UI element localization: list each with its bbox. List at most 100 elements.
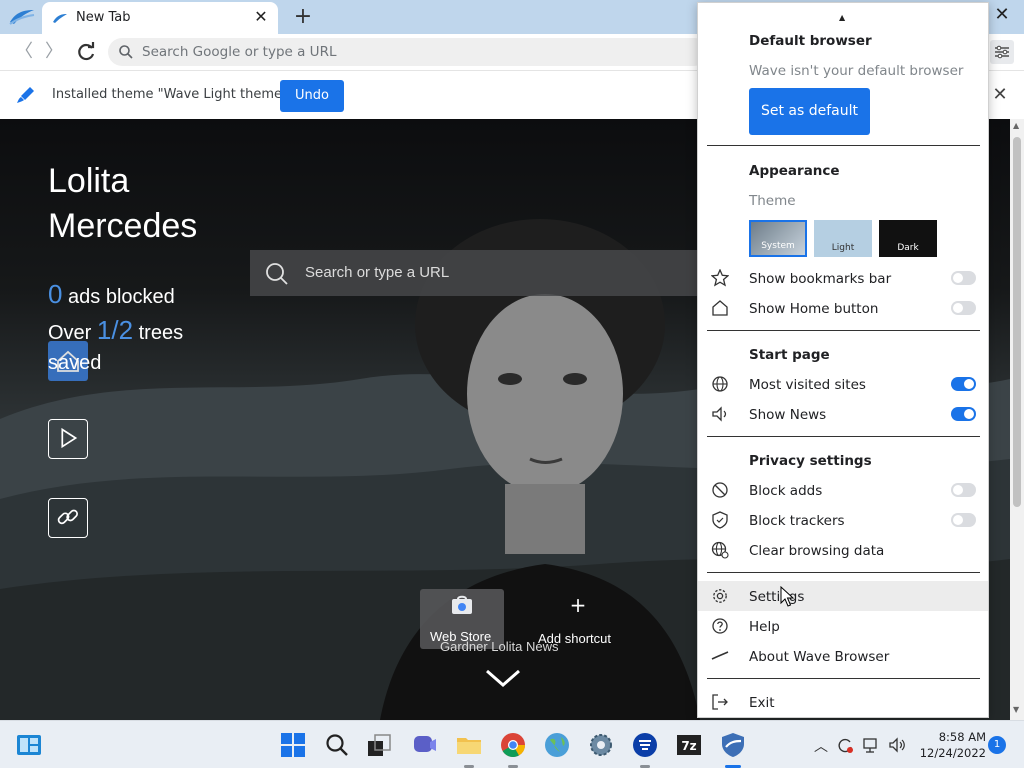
file-explorer-icon[interactable] <box>456 732 482 758</box>
default-browser-heading: Default browser <box>749 33 872 49</box>
search-placeholder: Search or type a URL <box>305 264 450 281</box>
wave-logo-icon[interactable] <box>8 6 36 28</box>
link-icon <box>57 509 78 525</box>
clock[interactable]: 8:58 AM 12/24/2022 <box>916 729 986 761</box>
infobar-close-icon[interactable]: ✕ <box>990 85 1010 105</box>
block-trackers-toggle[interactable] <box>951 513 976 527</box>
new-tab-search-bar[interactable]: Search or type a URL <box>250 250 700 296</box>
ads-blocked-stat: 0 ads blocked <box>48 279 175 310</box>
start-windows-icon[interactable] <box>280 732 306 758</box>
theme-system-swatch[interactable]: System <box>749 220 807 257</box>
trees-count: 1/2 <box>96 315 134 345</box>
theme-label: Theme <box>749 193 796 209</box>
clock-time: 8:58 AM <box>938 730 986 744</box>
window-close-icon[interactable]: ✕ <box>990 3 1014 27</box>
theme-light-swatch[interactable]: Light <box>814 220 872 257</box>
omnibox-placeholder: Search Google or type a URL <box>142 44 337 60</box>
network-icon[interactable] <box>862 736 880 754</box>
customize-sliders-icon[interactable] <box>990 40 1014 64</box>
menu-divider <box>707 436 980 437</box>
user-first-name: Lolita <box>48 162 130 200</box>
omnibox[interactable]: Search Google or type a URL <box>108 38 708 66</box>
chat-icon[interactable] <box>412 732 438 758</box>
tab-close-icon[interactable]: ✕ <box>252 8 270 26</box>
scroll-down-icon[interactable]: ▼ <box>1013 705 1019 714</box>
show-home-button-label: Show Home button <box>749 301 879 317</box>
widgets-icon[interactable] <box>16 732 42 758</box>
theme-light-label: Light <box>831 243 855 253</box>
new-tab-plus-icon[interactable]: + <box>290 4 316 30</box>
settings-row[interactable] <box>698 581 988 611</box>
undo-button[interactable]: Undo <box>280 80 344 112</box>
chevron-down-icon[interactable] <box>484 667 522 689</box>
video-button[interactable] <box>48 419 88 459</box>
show-news-label: Show News <box>749 407 827 423</box>
most-visited-label: Most visited sites <box>749 377 866 393</box>
chrome-icon[interactable] <box>500 732 526 758</box>
reload-icon[interactable] <box>74 40 98 64</box>
set-as-default-button[interactable]: Set as default <box>749 88 870 135</box>
mouse-cursor-icon <box>780 586 794 607</box>
home-icon <box>712 300 728 316</box>
theme-system-label: System <box>761 241 795 251</box>
shield-icon <box>712 511 728 529</box>
link-button[interactable] <box>48 498 88 538</box>
most-visited-toggle[interactable] <box>951 377 976 391</box>
sync-icon[interactable] <box>836 736 854 754</box>
clear-browsing-data-item[interactable]: Clear browsing data <box>749 543 884 559</box>
block-ads-label: Block adds <box>749 483 823 499</box>
infobar-message: Installed theme "Wave Light theme" <box>52 87 288 102</box>
menu-divider <box>707 330 980 331</box>
scroll-up-icon[interactable]: ▲ <box>1013 121 1019 130</box>
settings-item[interactable]: Settings <box>749 589 804 605</box>
menu-divider <box>707 678 980 679</box>
show-home-button-toggle[interactable] <box>951 301 976 315</box>
user-last-name: Mercedes <box>48 207 198 245</box>
task-view-icon[interactable] <box>366 732 392 758</box>
exit-icon <box>712 694 728 710</box>
trees-suffix: saved <box>48 352 102 374</box>
ads-blocked-count: 0 <box>48 279 63 309</box>
show-news-toggle[interactable] <box>951 407 976 421</box>
svg-text:7z: 7z <box>681 739 696 753</box>
vpn-shield-icon[interactable] <box>632 732 658 758</box>
volume-icon[interactable] <box>888 736 906 754</box>
default-browser-status: Wave isn't your default browser <box>749 63 964 79</box>
paint-brush-icon <box>17 87 34 103</box>
star-bookmark-icon <box>711 269 729 287</box>
notification-badge[interactable]: 1 <box>988 736 1006 754</box>
show-bookmarks-bar-label: Show bookmarks bar <box>749 271 892 287</box>
globe-icon <box>712 376 728 392</box>
search-icon <box>119 45 133 59</box>
help-item[interactable]: Help <box>749 619 780 635</box>
scrollbar-thumb[interactable] <box>1013 137 1021 507</box>
user-name: Lolita Mercedes <box>48 159 197 249</box>
theme-dark-swatch[interactable]: Dark <box>879 220 937 257</box>
clock-date: 12/24/2022 <box>919 746 986 760</box>
news-label: Gardner Lolita News <box>440 639 559 654</box>
web-store-icon <box>452 595 472 614</box>
gear-icon <box>713 589 727 603</box>
seven-zip-icon[interactable]: 7z <box>676 732 702 758</box>
page-scrollbar[interactable]: ▲ ▼ <box>1010 119 1024 720</box>
show-bookmarks-bar-toggle[interactable] <box>951 271 976 285</box>
speaker-icon <box>712 406 727 422</box>
forward-arrow-icon[interactable]: 〉 <box>42 40 66 64</box>
trees-prefix: Over <box>48 322 92 344</box>
appearance-heading: Appearance <box>749 163 840 179</box>
tray-overflow-chevron-icon[interactable]: ︿ <box>812 736 830 755</box>
tab-new-tab[interactable]: New Tab ✕ <box>42 2 278 34</box>
wave-browser-icon[interactable] <box>720 732 746 758</box>
about-item[interactable]: About Wave Browser <box>749 649 889 665</box>
block-ads-toggle[interactable] <box>951 483 976 497</box>
plus-icon: + <box>569 593 587 617</box>
maps-globe-icon[interactable] <box>544 732 570 758</box>
wave-favicon-icon <box>53 14 67 23</box>
search-icon <box>266 263 288 285</box>
play-icon <box>61 427 78 449</box>
search-icon[interactable] <box>324 732 350 758</box>
theme-dark-label: Dark <box>897 243 919 253</box>
back-arrow-icon[interactable]: 〈 <box>12 40 36 64</box>
settings-gear-icon[interactable] <box>588 732 614 758</box>
exit-item[interactable]: Exit <box>749 695 775 711</box>
